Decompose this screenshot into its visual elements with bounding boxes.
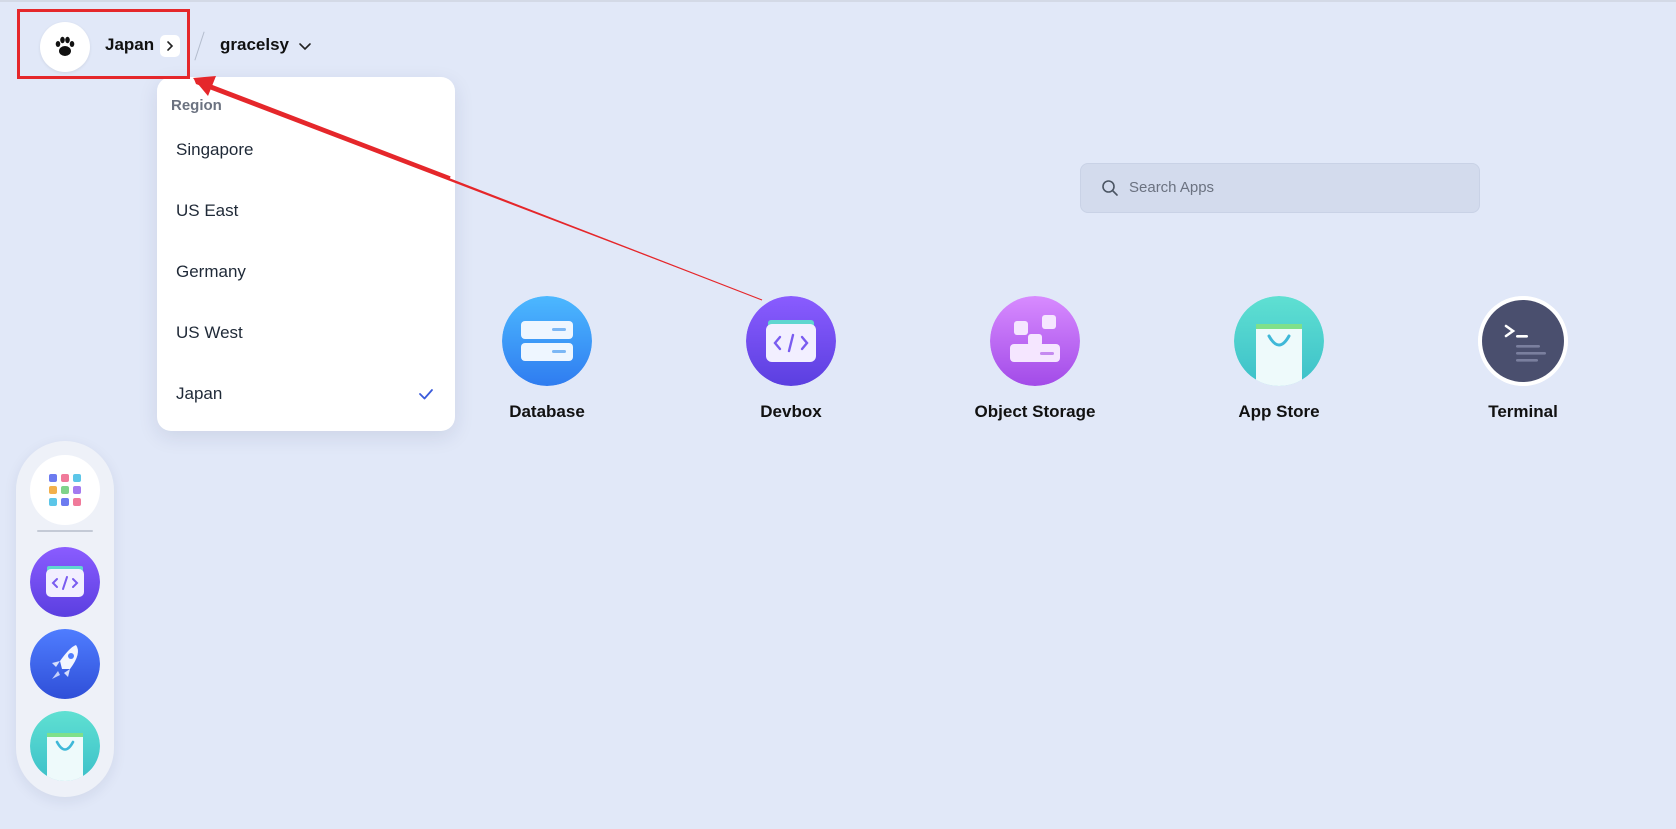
search-apps-input[interactable]: Search Apps (1080, 163, 1480, 213)
app-store-icon[interactable] (30, 711, 100, 781)
app-app-store[interactable]: App Store (1199, 296, 1359, 426)
app-object-storage[interactable]: Object Storage (955, 296, 1115, 426)
app-dock (16, 441, 114, 797)
apps-grid-icon[interactable] (30, 455, 100, 525)
chevron-down-icon[interactable] (296, 37, 314, 55)
region-option-label: Singapore (176, 140, 254, 159)
terminal-icon (1478, 296, 1568, 386)
top-border (0, 0, 1676, 2)
breadcrumb-separator (194, 31, 205, 61)
workspace-selector-label[interactable]: gracelsy (220, 35, 289, 55)
annotation-highlight-box (17, 9, 190, 79)
app-label: Devbox (760, 402, 822, 421)
dock-divider (37, 530, 93, 532)
app-database[interactable]: Database (467, 296, 627, 426)
region-option-us-west[interactable]: US West (157, 308, 455, 358)
app-devbox[interactable]: Devbox (711, 296, 871, 426)
region-option-label: Germany (176, 262, 246, 281)
search-icon (1101, 179, 1119, 197)
region-option-germany[interactable]: Germany (157, 247, 455, 297)
app-store-icon (1234, 296, 1324, 386)
search-placeholder: Search Apps (1129, 179, 1215, 196)
region-option-label: US East (176, 201, 239, 220)
app-terminal[interactable]: Terminal (1443, 296, 1603, 426)
dropdown-heading: Region (171, 97, 222, 114)
devbox-icon[interactable] (30, 547, 100, 617)
devbox-icon (746, 296, 836, 386)
database-icon (502, 296, 592, 386)
region-dropdown-menu: Region Singapore US East Germany US West… (157, 77, 455, 431)
app-label: Database (509, 402, 585, 421)
region-option-label: Japan (176, 384, 223, 403)
object-storage-icon (990, 296, 1080, 386)
region-option-us-east[interactable]: US East (157, 186, 455, 236)
check-icon (417, 385, 435, 403)
region-option-label: US West (176, 323, 243, 342)
app-label: Terminal (1488, 402, 1558, 421)
region-option-japan[interactable]: Japan (157, 369, 455, 419)
rocket-icon[interactable] (30, 629, 100, 699)
app-label: Object Storage (974, 402, 1096, 421)
region-option-singapore[interactable]: Singapore (157, 125, 455, 175)
app-label: App Store (1238, 402, 1320, 421)
